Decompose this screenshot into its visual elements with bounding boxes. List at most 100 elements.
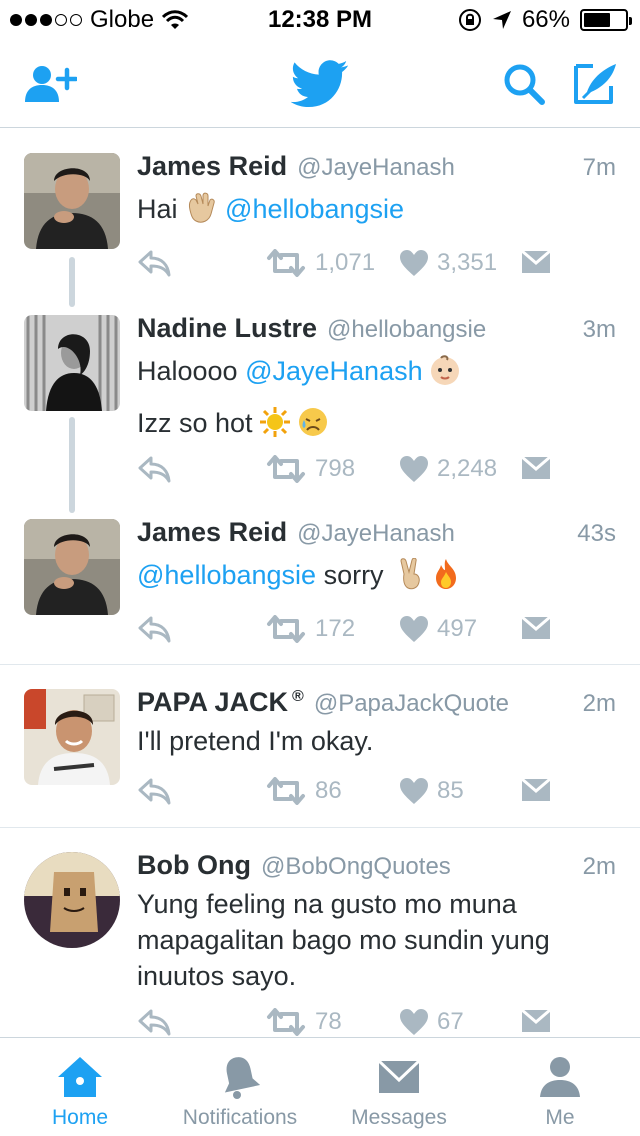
- tweet-actions: 1,071 3,351: [137, 249, 557, 285]
- like-button[interactable]: 2,248: [399, 455, 497, 483]
- mention-link[interactable]: @hellobangsie: [225, 194, 404, 224]
- reply-icon: [137, 1008, 171, 1036]
- tab-notifications[interactable]: Notifications: [168, 1038, 312, 1136]
- like-button[interactable]: 85: [399, 777, 464, 805]
- author-handle[interactable]: @JayeHanash: [297, 520, 455, 548]
- timeline-feed[interactable]: James Reid @JayeHanash 7m Hai @hellobang…: [0, 129, 640, 1037]
- reply-button[interactable]: [137, 777, 171, 805]
- author-name[interactable]: James Reid: [137, 151, 287, 182]
- envelope-icon: [521, 1008, 551, 1034]
- tweet-time: 2m: [582, 853, 616, 880]
- sweat-face-emoji: [297, 406, 329, 447]
- avatar[interactable]: [24, 689, 120, 785]
- reply-icon: [137, 615, 171, 643]
- reply-button[interactable]: [137, 1008, 171, 1036]
- avatar[interactable]: [24, 153, 120, 249]
- tweet-time: 43s: [577, 520, 616, 547]
- like-button[interactable]: 497: [399, 615, 477, 643]
- retweet-button[interactable]: 86: [265, 777, 342, 805]
- baby-face-emoji: [429, 354, 461, 395]
- reply-button[interactable]: [137, 455, 171, 483]
- retweet-icon: [265, 615, 307, 643]
- waving-hand-emoji: [184, 192, 218, 233]
- retweet-button[interactable]: 172: [265, 615, 355, 643]
- like-count: 67: [437, 1008, 464, 1035]
- author-name[interactable]: Nadine Lustre: [137, 313, 317, 344]
- author-handle[interactable]: @PapaJackQuote: [314, 690, 509, 718]
- author-handle[interactable]: @hellobangsie: [327, 316, 486, 344]
- carrier-info: Globe: [10, 6, 189, 34]
- envelope-icon: [521, 249, 551, 275]
- heart-icon: [399, 249, 429, 277]
- heart-icon: [399, 777, 429, 805]
- thread-connector: [69, 257, 75, 307]
- avatar[interactable]: [24, 315, 120, 411]
- like-button[interactable]: 3,351: [399, 249, 497, 277]
- mention-link[interactable]: @hellobangsie: [137, 560, 316, 590]
- tab-home[interactable]: Home: [30, 1038, 130, 1136]
- author-handle[interactable]: @BobOngQuotes: [261, 853, 451, 881]
- envelope-icon: [521, 615, 551, 641]
- retweet-icon: [265, 777, 307, 805]
- heart-icon: [399, 1008, 429, 1036]
- avatar[interactable]: [24, 852, 120, 948]
- direct-message-button[interactable]: [521, 615, 551, 641]
- victory-hand-emoji: [398, 557, 426, 599]
- tweet-header: James Reid @JayeHanash 7m: [137, 151, 616, 182]
- tweet-text-line: inuutos sayo.: [137, 961, 297, 991]
- avatar[interactable]: [24, 519, 120, 615]
- like-count: 2,248: [437, 455, 498, 482]
- tab-label: Me: [545, 1106, 575, 1129]
- reply-button[interactable]: [137, 249, 171, 277]
- author-name[interactable]: James Reid: [137, 517, 287, 548]
- tweet-text: Yung feeling na gusto mo muna mapagalita…: [137, 886, 616, 994]
- retweet-icon: [265, 249, 307, 277]
- tweet-actions: 86 85: [137, 777, 557, 813]
- direct-message-button[interactable]: [521, 777, 551, 803]
- envelope-icon: [378, 1060, 420, 1093]
- tab-messages[interactable]: Messages: [340, 1038, 458, 1136]
- search-button[interactable]: [496, 58, 552, 110]
- like-button[interactable]: 67: [399, 1008, 464, 1036]
- add-user-button[interactable]: [22, 58, 78, 110]
- tweet-time: 3m: [582, 316, 616, 343]
- tab-me[interactable]: Me: [520, 1038, 600, 1136]
- author-handle[interactable]: @JayeHanash: [297, 154, 455, 182]
- retweet-icon: [265, 1008, 307, 1036]
- retweet-button[interactable]: 78: [265, 1008, 342, 1036]
- tweet-text-line: Yung feeling na gusto mo muna: [137, 889, 517, 919]
- twitter-logo[interactable]: [290, 58, 350, 110]
- author-name[interactable]: PAPA JACK ®: [137, 687, 304, 718]
- registered-badge: ®: [292, 688, 304, 705]
- person-icon: [540, 1057, 580, 1097]
- home-icon: [58, 1057, 102, 1097]
- mention-link[interactable]: @JayeHanash: [245, 356, 423, 386]
- like-count: 85: [437, 777, 464, 804]
- search-icon: [504, 64, 545, 105]
- direct-message-button[interactable]: [521, 249, 551, 275]
- tweet[interactable]: PAPA JACK ® @PapaJackQuote 2m I'll preten…: [0, 665, 640, 828]
- direct-message-button[interactable]: [521, 1008, 551, 1034]
- thread-connector: [69, 417, 75, 513]
- retweet-icon: [265, 455, 307, 483]
- author-name[interactable]: Bob Ong: [137, 850, 251, 881]
- bell-icon: [224, 1057, 260, 1099]
- tweet-text: I'll pretend I'm okay.: [137, 723, 616, 759]
- tweet[interactable]: Bob Ong @BobOngQuotes 2m Yung feeling na…: [0, 828, 640, 1037]
- compose-tweet-button[interactable]: [568, 58, 624, 110]
- tab-label: Notifications: [182, 1106, 298, 1129]
- direct-message-button[interactable]: [521, 455, 551, 481]
- retweet-button[interactable]: 798: [265, 455, 355, 483]
- status-bar: Globe 12:38 PM 66%: [0, 0, 640, 40]
- tweet-text: Haloooo @JayeHanash Izz so hot: [137, 353, 616, 447]
- reply-button[interactable]: [137, 615, 171, 643]
- tweet-text: @hellobangsie sorry: [137, 557, 616, 599]
- top-nav-bar: [0, 40, 640, 128]
- carrier-name: Globe: [90, 6, 155, 33]
- retweet-button[interactable]: 1,071: [265, 249, 375, 277]
- tweet-text-segment: Izz so hot: [137, 408, 253, 438]
- tweet-text-segment: Haloooo: [137, 356, 238, 386]
- compose-icon: [574, 64, 616, 104]
- reply-icon: [137, 249, 171, 277]
- add-user-icon: [25, 66, 77, 102]
